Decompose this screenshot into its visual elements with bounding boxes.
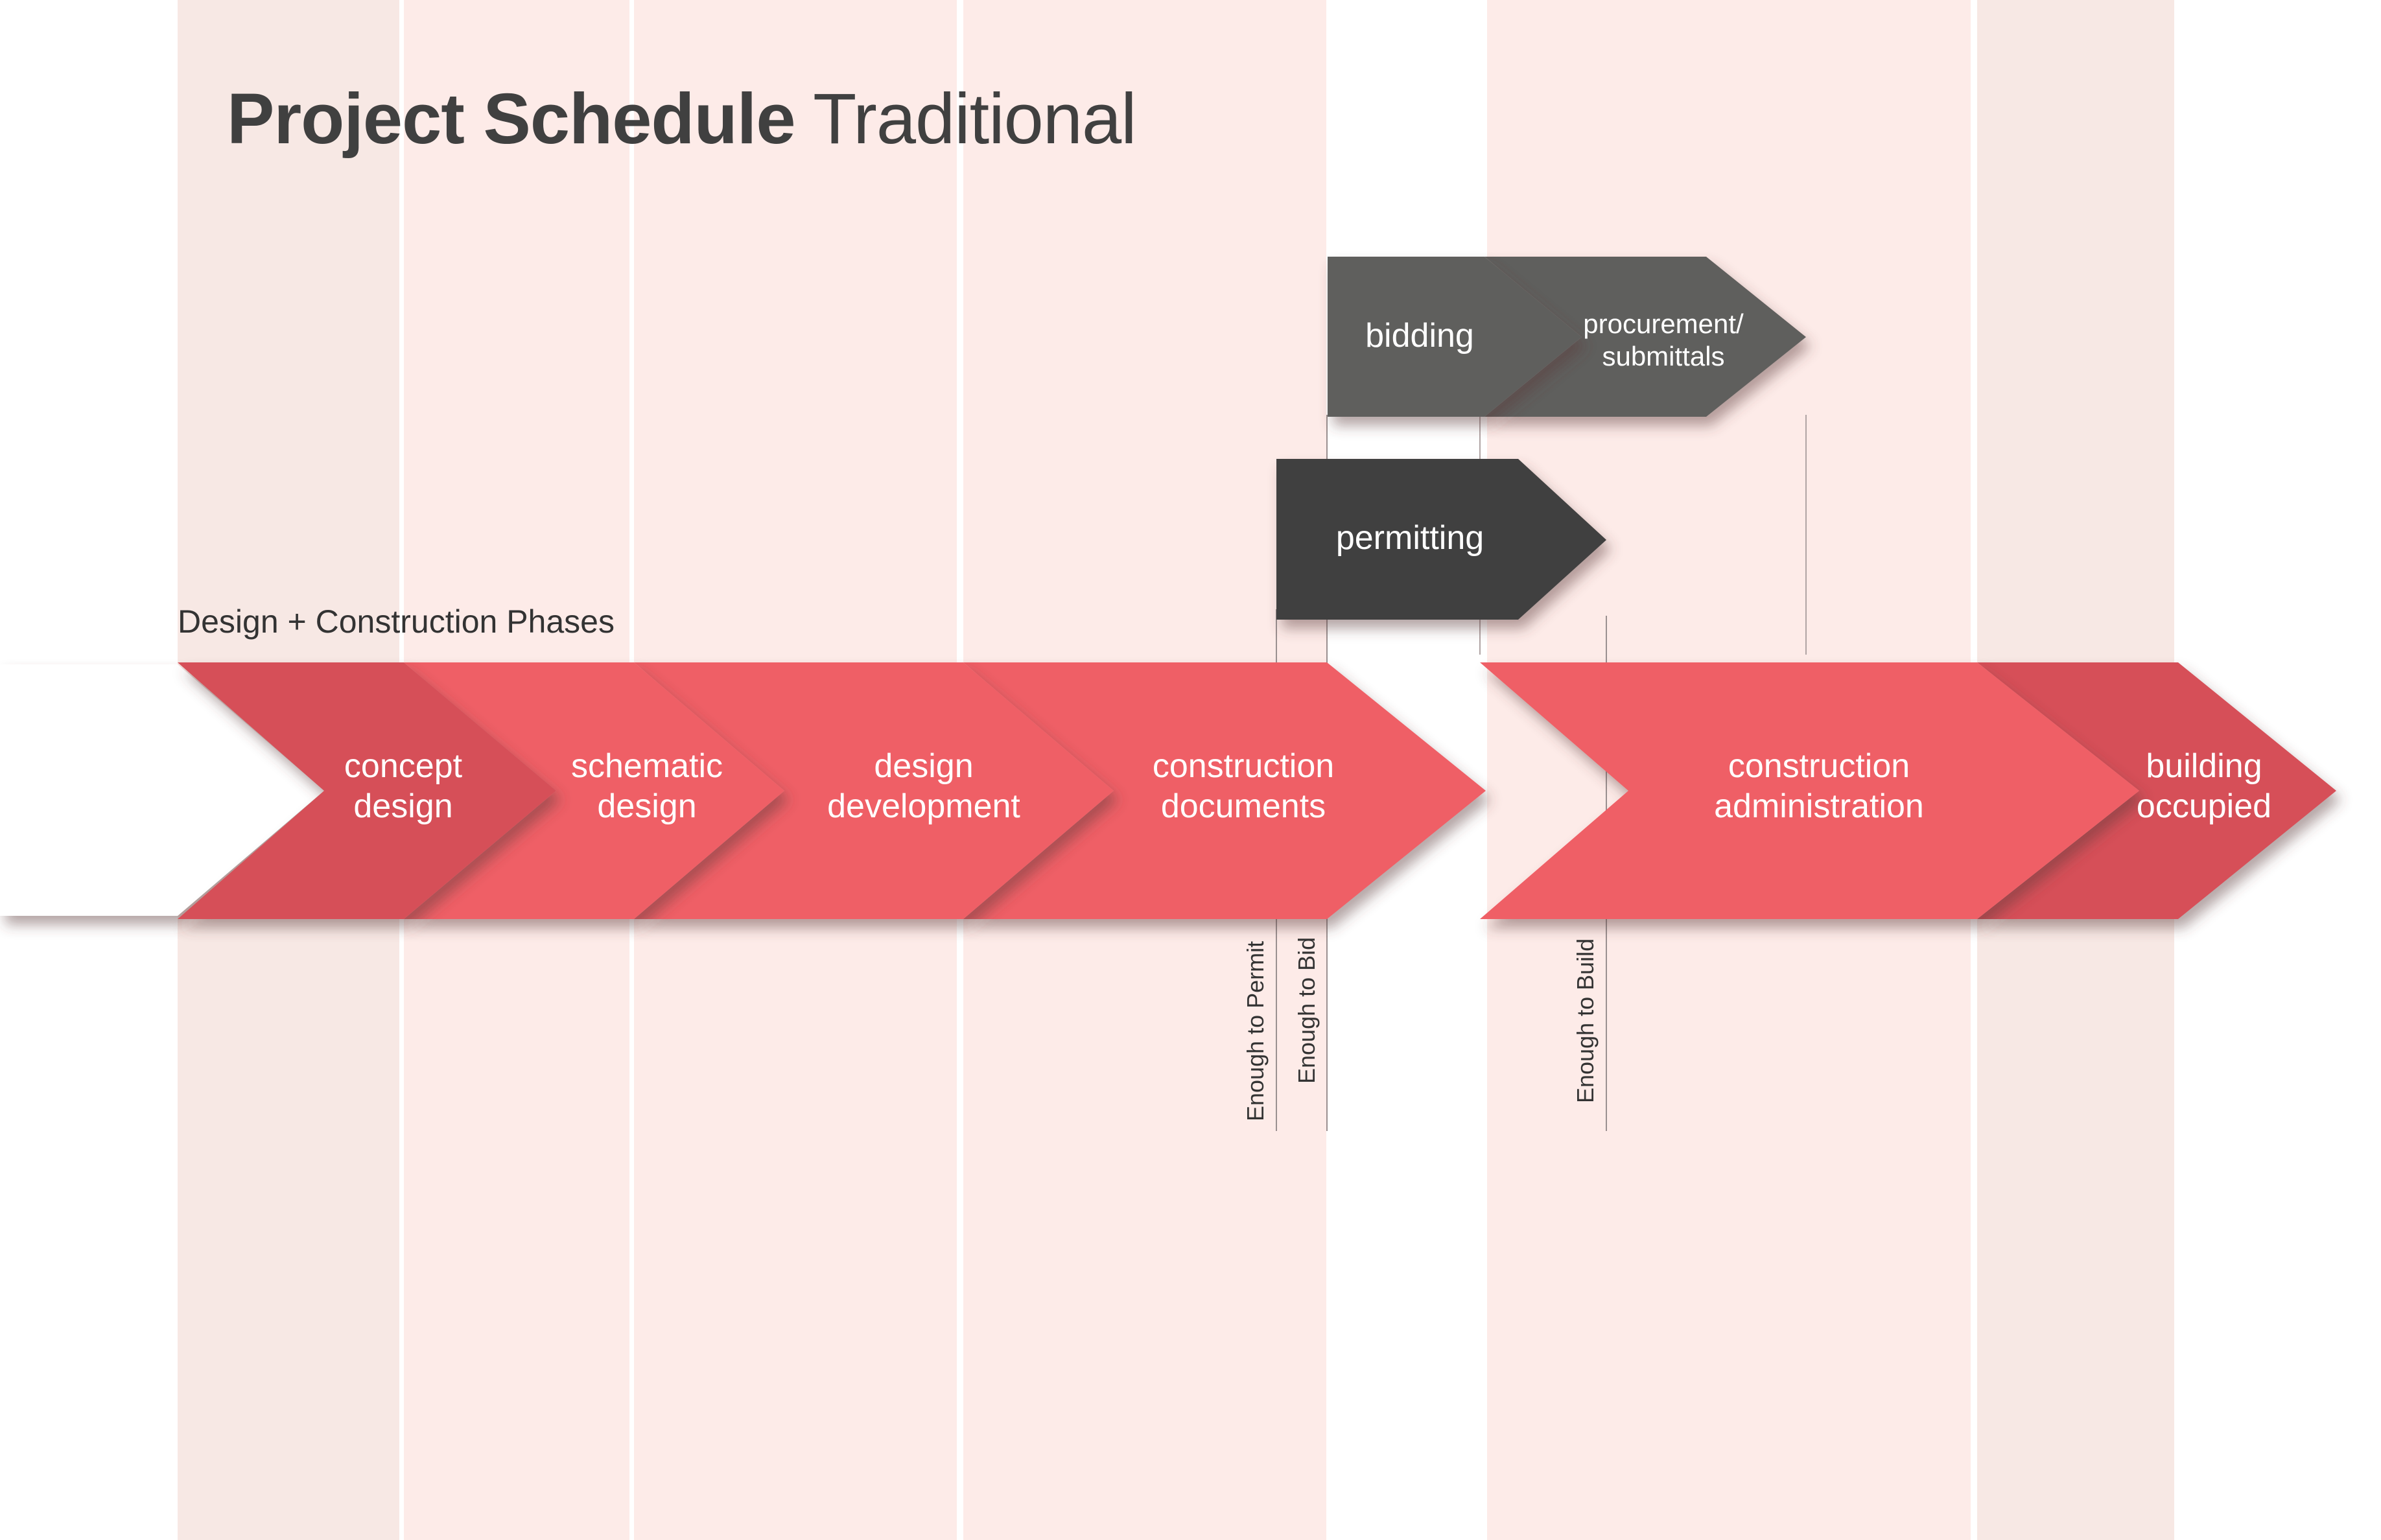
task-label-line2: submittals xyxy=(1602,341,1725,371)
task-permitting: permitting xyxy=(1336,518,1484,558)
task-procurement-submittals: procurement/ submittals xyxy=(1583,308,1743,373)
milestone-enough-to-bid: Enough to Bid xyxy=(1293,937,1320,1084)
phase-building-occupied: building occupied xyxy=(2137,746,2271,826)
phase-label-line1: concept xyxy=(344,747,463,785)
phase-label-line1: construction xyxy=(1152,747,1335,785)
phase-label-line1: construction xyxy=(1728,747,1910,785)
phase-label-line1: building xyxy=(2146,747,2262,785)
phase-label-line2: administration xyxy=(1714,788,1924,825)
phase-schematic-design: schematic design xyxy=(571,746,723,826)
phase-label-line1: schematic xyxy=(570,747,723,785)
phase-label-line2: design xyxy=(597,788,697,825)
phase-label-line2: design xyxy=(353,788,453,825)
phase-design-development: design development xyxy=(827,746,1020,826)
task-label-line1: procurement/ xyxy=(1583,309,1744,339)
phase-label-line2: development xyxy=(827,788,1020,825)
phase-construction-documents: construction documents xyxy=(1153,746,1334,826)
task-bidding: bidding xyxy=(1365,316,1474,356)
milestone-enough-to-build: Enough to Build xyxy=(1572,938,1599,1103)
task-label-line1: bidding xyxy=(1365,317,1474,355)
phase-label-line2: documents xyxy=(1160,788,1326,825)
milestone-enough-to-permit: Enough to Permit xyxy=(1242,940,1269,1121)
task-label-line1: permitting xyxy=(1335,519,1484,557)
phase-construction-administration: construction administration xyxy=(1714,746,1924,826)
phase-label-line2: occupied xyxy=(2136,788,2272,825)
phase-concept-design: concept design xyxy=(344,746,462,826)
phase-label-line1: design xyxy=(874,747,974,785)
